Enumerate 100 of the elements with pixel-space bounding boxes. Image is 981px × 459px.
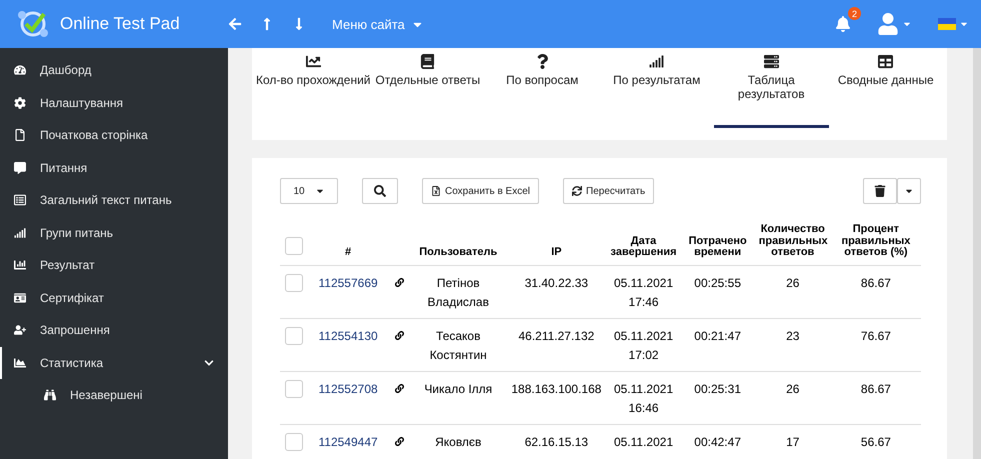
tab[interactable]: Отдельные ответы <box>370 48 485 128</box>
tab-label: Кол-во прохождений <box>256 73 370 87</box>
sidebar-label: Сертифікат <box>40 290 104 305</box>
table-cell: 05.11.2021 <box>606 424 681 459</box>
page-size-dropdown[interactable]: 10 <box>280 178 338 204</box>
delete-button[interactable] <box>863 178 897 204</box>
signal-bars-icon <box>649 54 664 69</box>
back-arrow-icon[interactable] <box>228 17 242 31</box>
notification-badge: 2 <box>848 7 861 20</box>
flag-icon <box>938 18 956 30</box>
column-header[interactable]: Пользователь <box>410 224 506 266</box>
column-header[interactable]: IP <box>506 224 606 266</box>
sidebar-label: Незавершені <box>70 388 142 402</box>
select-all-checkbox[interactable] <box>285 237 304 256</box>
sidebar-label: Групи питань <box>40 226 114 240</box>
tab[interactable]: Таблица результатов <box>714 48 828 128</box>
language-menu-button[interactable] <box>938 18 969 30</box>
result-id-link[interactable]: 112554130 <box>318 328 378 343</box>
recalculate-button[interactable]: Пересчитать <box>563 178 654 204</box>
tab-label: По результатам <box>613 73 700 87</box>
table-cell: 00:21:47 <box>680 318 755 372</box>
sidebar-item[interactable]: Сертифікат <box>0 282 228 314</box>
sidebar-label: Налаштування <box>40 96 123 110</box>
row-checkbox[interactable] <box>285 380 304 398</box>
sidebar-item[interactable]: Налаштування <box>0 86 228 119</box>
table-cell: 56.67 <box>830 424 921 459</box>
sidebar-icon <box>14 226 26 239</box>
link-icon[interactable] <box>394 436 404 446</box>
server-icon <box>764 54 779 69</box>
excel-file-icon <box>431 186 441 196</box>
row-checkbox[interactable] <box>285 274 304 292</box>
column-header[interactable]: # <box>308 224 388 266</box>
sidebar-icon <box>14 324 26 336</box>
link-icon[interactable] <box>394 330 404 340</box>
sidebar-icon <box>14 259 26 272</box>
column-header[interactable]: Потрачено времени <box>680 224 755 266</box>
result-id-link[interactable]: 112552708 <box>318 382 378 396</box>
sidebar-label: Загальний текст питань <box>40 193 172 208</box>
table-cell: 00:25:55 <box>680 265 755 318</box>
sidebar-icon <box>14 129 26 142</box>
line-chart-icon <box>306 54 321 69</box>
table-cell: 05.11.2021 17:02 <box>606 318 681 372</box>
table-cell: 76.67 <box>830 318 921 372</box>
dropdown-button[interactable] <box>897 178 921 204</box>
sidebar-icon <box>14 356 26 369</box>
search-button[interactable] <box>362 178 398 204</box>
book-icon <box>420 54 436 69</box>
sidebar-icon <box>14 96 26 109</box>
table-cell: 26 <box>754 265 831 318</box>
sidebar-label: Питання <box>40 160 88 175</box>
tab[interactable]: Кол-во прохождений <box>256 48 370 128</box>
table-cell: Чикало Ілля <box>410 371 506 424</box>
user-menu-button[interactable] <box>877 13 912 35</box>
sidebar-item[interactable]: Початкова сторінка <box>0 119 228 152</box>
result-id-link[interactable]: 112549447 <box>318 434 378 449</box>
sidebar-item[interactable]: Групи питань <box>0 216 228 249</box>
bell-icon[interactable] <box>835 16 851 32</box>
sidebar-icon <box>14 194 26 206</box>
tab-label: Таблица результатов <box>736 73 806 101</box>
export-excel-button[interactable]: Сохранить в Excel <box>422 178 540 204</box>
brand-name: Online Test Pad <box>60 14 180 34</box>
link-icon[interactable] <box>394 278 404 287</box>
sidebar-label: Дашборд <box>40 63 92 78</box>
tab[interactable]: Сводные данные <box>828 48 943 128</box>
table-cell: 46.211.27.132 <box>506 318 606 372</box>
trash-icon <box>874 185 886 197</box>
sidebar-label: Початкова сторінка <box>40 128 148 142</box>
table-cell: Тесаков Костянтин <box>410 318 506 372</box>
sidebar-label: Запрошення <box>40 323 110 338</box>
column-header[interactable]: Дата завершения <box>606 224 681 266</box>
sidebar-item[interactable]: Результат <box>0 249 228 282</box>
search-icon <box>374 185 386 197</box>
table-cell: 23 <box>754 318 831 372</box>
sidebar-icon <box>14 162 26 174</box>
sidebar-item[interactable]: Питання <box>0 152 228 184</box>
table-icon <box>878 54 894 69</box>
tab-label: Отдельные ответы <box>375 73 480 87</box>
column-header[interactable]: Количество правильных ответов <box>754 224 831 266</box>
table-cell: 188.163.100.168 <box>506 371 606 424</box>
sidebar-item[interactable]: Загальний текст питань <box>0 184 228 216</box>
table-cell: 86.67 <box>830 371 921 424</box>
row-checkbox[interactable] <box>285 432 304 451</box>
table-cell: 00:25:31 <box>680 371 755 424</box>
table-cell: 05.11.2021 16:46 <box>606 371 681 424</box>
link-icon[interactable] <box>394 384 404 393</box>
logo-icon <box>16 9 50 39</box>
tab[interactable]: По вопросам <box>485 48 600 128</box>
column-header[interactable]: Процент правильных ответов (%) <box>830 224 921 266</box>
sidebar-subitem[interactable]: Незавершені <box>0 379 228 412</box>
table-cell: 62.16.15.13 <box>506 424 606 459</box>
result-id-link[interactable]: 112557669 <box>318 276 378 290</box>
tab-label: По вопросам <box>506 73 578 87</box>
binoculars-icon <box>44 389 56 402</box>
sidebar-item[interactable]: Запрошення <box>0 314 228 346</box>
table-cell: 86.67 <box>830 265 921 318</box>
tab[interactable]: По результатам <box>600 48 714 128</box>
question-mark-icon <box>534 54 550 69</box>
table-cell: 05.11.2021 17:46 <box>606 265 681 318</box>
row-checkbox[interactable] <box>285 326 304 345</box>
sidebar-item[interactable]: Дашборд <box>0 54 228 86</box>
